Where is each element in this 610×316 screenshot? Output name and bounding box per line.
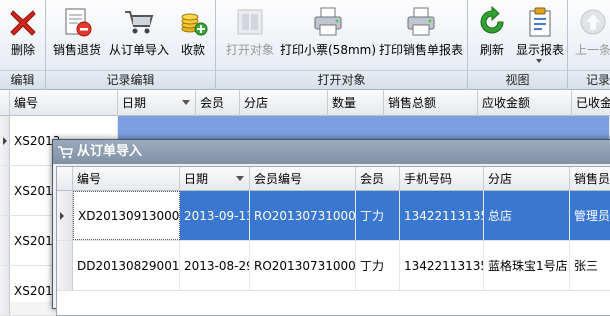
row-indicator <box>0 116 10 165</box>
cell-branch: 总店 <box>484 191 570 240</box>
col-header-date[interactable]: 日期 <box>118 90 196 116</box>
cell-id: DD201308290015 <box>73 241 180 290</box>
group-title-edit: 编辑 <box>0 70 45 89</box>
cell-member: 丁力 <box>356 191 400 240</box>
import-from-order-label: 从订单导入 <box>108 43 169 57</box>
import-from-order-dialog[interactable]: 从订单导入 编号 日期 会员编号 会员 手机号码 分店 销售员 XD201309… <box>52 139 610 316</box>
ribbon-toolbar: 删除 编辑 销售退货 从订单导入 收款 记录编辑 打开对象 打印小票(58mm) <box>0 0 610 90</box>
table-row[interactable]: XD201309130001 2013-09-13 RO201307310001… <box>57 191 610 241</box>
col-header-member[interactable]: 会员 <box>356 167 400 191</box>
group-view: 刷新 显示报表 视图 <box>468 0 568 90</box>
table-row[interactable]: DD201308290015 2013-08-29 RO201307310001… <box>57 241 610 291</box>
show-report-label: 显示报表 <box>515 43 564 57</box>
cart-import-icon <box>125 11 154 34</box>
sort-desc-icon <box>182 100 190 105</box>
sales-return-button[interactable]: 销售退货 <box>52 4 102 66</box>
dialog-title-bar[interactable]: 从订单导入 <box>53 140 610 164</box>
grid-header: 编号 日期 会员 分店 数量 销售总额 应收金额 已收金 <box>0 90 610 116</box>
group-title-view: 视图 <box>468 70 567 89</box>
row-indicator <box>57 191 73 240</box>
col-header-receivable[interactable]: 应收金额 <box>478 90 572 116</box>
group-record: 上一条 记录 <box>568 0 610 90</box>
up-arrow-icon <box>580 9 606 35</box>
row-indicator <box>0 166 10 215</box>
printer-icon <box>407 7 435 36</box>
chevron-down-icon <box>536 59 542 63</box>
sort-desc-icon <box>236 176 244 181</box>
group-title-record-edit: 记录编辑 <box>46 70 215 89</box>
open-object-button[interactable]: 打开对象 <box>220 4 280 66</box>
col-header-date-label: 日期 <box>122 96 147 110</box>
print-sales-report-button[interactable]: 打印销售单报表 <box>376 4 466 66</box>
col-header-member-id[interactable]: 会员编号 <box>250 167 356 191</box>
print-sales-report-label: 打印销售单报表 <box>378 43 463 57</box>
col-header-quantity[interactable]: 数量 <box>328 90 384 116</box>
col-header-branch[interactable]: 分店 <box>240 90 328 116</box>
import-from-order-button[interactable]: 从订单导入 <box>106 4 172 66</box>
col-header-date[interactable]: 日期 <box>180 167 250 191</box>
delete-button[interactable]: 删除 <box>0 4 46 66</box>
col-header-phone[interactable]: 手机号码 <box>400 167 484 191</box>
delete-label: 删除 <box>10 43 35 57</box>
row-header-corner <box>0 90 10 116</box>
cell-salesperson: 张三 <box>570 241 610 290</box>
delete-icon <box>10 10 36 36</box>
group-edit: 删除 编辑 <box>0 0 46 90</box>
cell-phone: 13422113135 <box>400 241 484 290</box>
cart-icon <box>58 146 73 159</box>
refresh-button[interactable]: 刷新 <box>472 4 512 66</box>
row-indicator <box>0 266 10 315</box>
order-grid-header: 编号 日期 会员编号 会员 手机号码 分店 销售员 <box>57 167 610 191</box>
group-title-record: 记录 <box>568 70 610 89</box>
cell-phone: 13422113135 <box>400 191 484 240</box>
cell-member-id: RO201307310001 <box>250 191 356 240</box>
previous-record-label: 上一条 <box>574 43 610 57</box>
row-indicator <box>0 216 10 265</box>
group-title-open-object: 打开对象 <box>216 70 467 89</box>
order-grid[interactable]: 编号 日期 会员编号 会员 手机号码 分店 销售员 XD201309130001… <box>56 166 610 316</box>
col-header-received[interactable]: 已收金 <box>572 90 610 116</box>
col-header-salesperson[interactable]: 销售员 <box>570 167 610 191</box>
col-header-branch[interactable]: 分店 <box>484 167 570 191</box>
show-report-button[interactable]: 显示报表 <box>512 4 568 66</box>
collect-payment-label: 收款 <box>180 43 205 57</box>
cell-member: 丁力 <box>356 241 400 290</box>
cell-date: 2013-09-13 <box>180 191 250 240</box>
col-header-date-label: 日期 <box>184 172 209 186</box>
sales-return-icon <box>65 8 92 37</box>
open-object-label: 打开对象 <box>225 43 274 57</box>
dialog-title: 从订单导入 <box>77 144 143 159</box>
printer-icon <box>314 7 342 36</box>
col-header-member[interactable]: 会员 <box>196 90 240 116</box>
col-header-id[interactable]: 编号 <box>73 167 180 191</box>
previous-record-button[interactable]: 上一条 <box>568 4 610 66</box>
group-open-object: 打开对象 打印小票(58mm) 打印销售单报表 打开对象 <box>216 0 468 90</box>
collect-payment-button[interactable]: 收款 <box>174 4 212 66</box>
col-header-sales-total[interactable]: 销售总额 <box>384 90 478 116</box>
cell-id: XD201309130001 <box>73 191 180 240</box>
sales-return-label: 销售退货 <box>52 43 101 57</box>
cell-branch: 蓝格珠宝1号店 <box>484 241 570 290</box>
col-header-id[interactable]: 编号 <box>10 90 118 116</box>
print-receipt-label: 打印小票(58mm) <box>280 43 377 57</box>
refresh-label: 刷新 <box>479 43 504 57</box>
coins-icon <box>181 13 208 36</box>
open-object-icon <box>237 9 263 35</box>
cell-date: 2013-08-29 <box>180 241 250 290</box>
refresh-icon <box>480 6 504 34</box>
cell-salesperson: 管理员 <box>570 191 610 240</box>
row-header-corner <box>57 167 73 191</box>
row-indicator <box>57 241 73 290</box>
group-record-edit: 销售退货 从订单导入 收款 记录编辑 <box>46 0 216 90</box>
cell-member-id: RO201307310001 <box>250 241 356 290</box>
print-receipt-button[interactable]: 打印小票(58mm) <box>280 4 376 66</box>
report-icon <box>529 7 551 37</box>
